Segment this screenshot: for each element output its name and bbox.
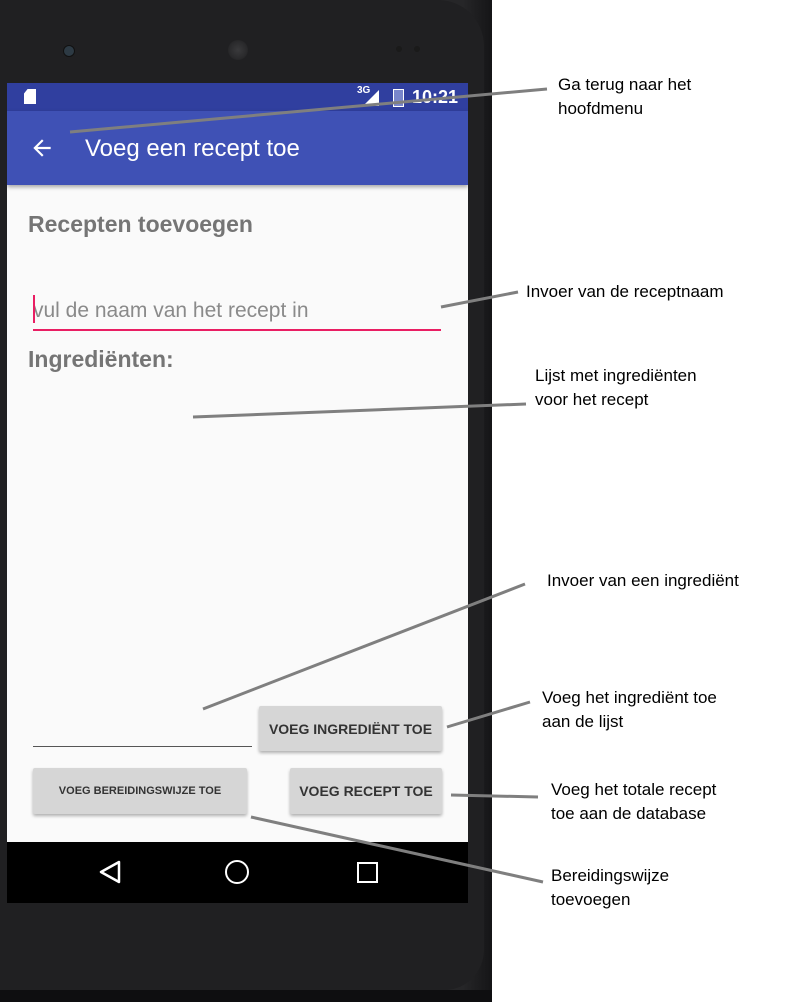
annotation-add-ingredient: Voeg het ingrediënt toe aan de lijst <box>542 686 717 734</box>
annotation-line-text: Invoer van de receptnaam <box>526 282 724 301</box>
square-recents-icon[interactable] <box>357 862 378 883</box>
annotation-line-text: toevoegen <box>551 890 631 909</box>
annotation-line-text: Ga terug naar het <box>558 75 692 94</box>
annotation-line-text: Invoer van een ingrediënt <box>547 571 739 590</box>
ingredients-title: Ingrediënten: <box>28 346 174 372</box>
annotation-line-text: Bereidingswijze <box>551 866 670 885</box>
phone-screen: 3G 10:21 Voeg een recept toe Recepten to… <box>7 83 468 903</box>
page-title: Voeg een recept toe <box>85 135 300 162</box>
annotation-line-text: aan de lijst <box>542 712 624 731</box>
recipe-name-input[interactable] <box>33 293 441 331</box>
status-bar: 3G 10:21 <box>7 83 468 111</box>
annotation-name: Invoer van de receptnaam <box>526 280 724 304</box>
ingredient-list[interactable] <box>28 383 448 683</box>
add-preparation-button[interactable]: VOEG BEREIDINGSWIJZE TOE <box>33 768 247 814</box>
section-title: Recepten toevoegen <box>28 211 253 237</box>
battery-icon <box>393 89 404 107</box>
add-ingredient-button[interactable]: VOEG INGREDIËNT TOE <box>259 706 442 751</box>
arrow-left-icon[interactable] <box>29 135 55 161</box>
network-type: 3G <box>357 85 371 96</box>
phone-bottom-edge <box>0 990 492 1002</box>
annotation-line-text: voor het recept <box>535 390 649 409</box>
sd-card-icon <box>24 89 36 104</box>
text-cursor <box>33 295 35 323</box>
circle-home-icon[interactable] <box>225 860 249 884</box>
sensor-icon <box>396 46 402 52</box>
annotation-preparation: Bereidingswijze toevoegen <box>551 864 669 912</box>
add-recipe-button[interactable]: VOEG RECEPT TOE <box>290 768 442 814</box>
status-time: 10:21 <box>412 87 459 107</box>
phone-frame: 3G 10:21 Voeg een recept toe Recepten to… <box>0 0 492 1002</box>
sensor-icon <box>414 46 420 52</box>
speaker-grille-icon <box>228 40 248 60</box>
app-bar: Voeg een recept toe <box>7 111 468 185</box>
annotation-back: Ga terug naar het hoofdmenu <box>558 73 691 121</box>
triangle-back-icon[interactable] <box>99 860 121 884</box>
annotation-line-text: Voeg het ingrediënt toe <box>542 688 717 707</box>
annotation-list: Lijst met ingrediënten voor het recept <box>535 364 697 412</box>
annotation-add-recipe: Voeg het totale recept toe aan de databa… <box>551 778 716 826</box>
front-camera-icon <box>63 45 75 57</box>
annotation-line-text: Lijst met ingrediënten <box>535 366 697 385</box>
annotation-line-text: Voeg het totale recept <box>551 780 717 799</box>
ingredient-input[interactable] <box>33 714 252 747</box>
annotation-ingredient-input: Invoer van een ingrediënt <box>547 569 739 593</box>
navigation-bar <box>7 842 468 903</box>
annotation-line-text: toe aan de database <box>551 804 707 823</box>
annotation-line-text: hoofdmenu <box>558 99 644 118</box>
